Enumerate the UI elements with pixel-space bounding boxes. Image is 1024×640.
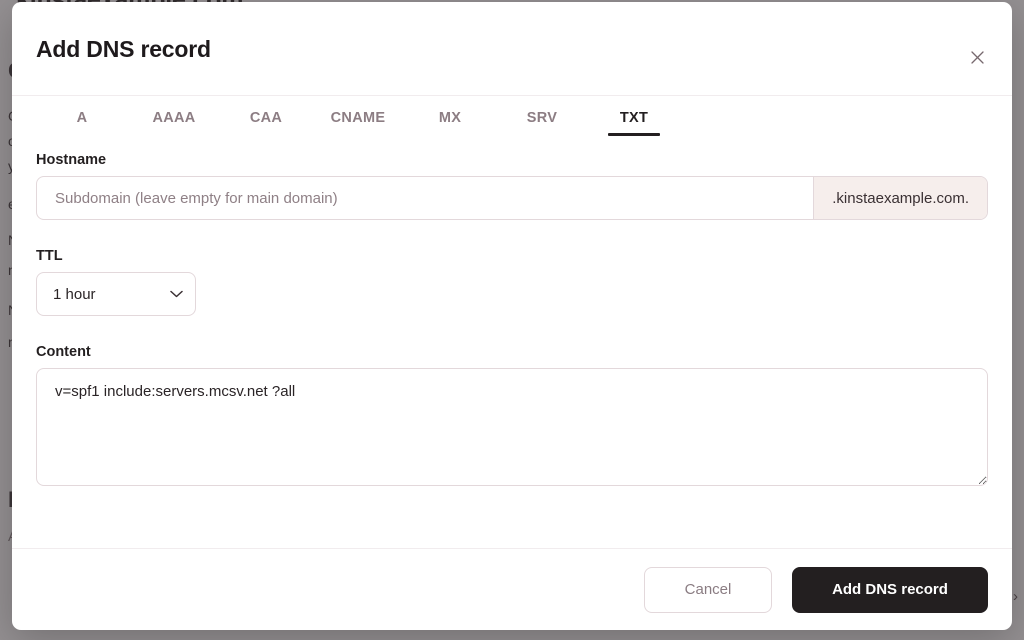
- hostname-domain-suffix: .kinstaexample.com.: [813, 177, 987, 219]
- add-dns-record-dialog: Add DNS record A AAAA CAA CNAME MX SRV TXT Hos…: [12, 2, 1012, 630]
- hostname-input[interactable]: [37, 177, 814, 219]
- hostname-input-row: .kinstaexample.com.: [36, 176, 988, 220]
- hostname-label: Hostname: [36, 152, 107, 168]
- dialog-header: Add DNS record: [12, 2, 1012, 96]
- cancel-button[interactable]: Cancel: [644, 566, 772, 613]
- tab-aaaa[interactable]: AAAA: [128, 106, 220, 136]
- tab-txt[interactable]: TXT: [588, 106, 680, 136]
- tab-mx[interactable]: MX: [404, 106, 496, 136]
- content-textarea[interactable]: [36, 368, 988, 486]
- ttl-select[interactable]: 1 minute5 minutes30 minutes1 hour2 hours…: [36, 272, 196, 316]
- dialog-title: Add DNS record: [36, 36, 211, 62]
- tab-caa[interactable]: CAA: [220, 106, 312, 136]
- tab-cname[interactable]: CNAME: [312, 106, 404, 136]
- ttl-label: TTL: [36, 248, 63, 264]
- tab-a[interactable]: A: [36, 106, 128, 136]
- tab-srv[interactable]: SRV: [496, 106, 588, 136]
- dialog-footer: Cancel Add DNS record: [12, 548, 1012, 630]
- ttl-field-group: TTL 1 minute5 minutes30 minutes1 hour2 h…: [36, 248, 988, 316]
- hostname-field-group: Hostname .kinstaexample.com.: [36, 152, 988, 220]
- record-type-tabs: A AAAA CAA CNAME MX SRV TXT: [36, 96, 988, 152]
- content-field-group: Content: [36, 344, 988, 491]
- content-label: Content: [36, 344, 91, 360]
- close-icon[interactable]: [964, 44, 990, 70]
- add-dns-record-button[interactable]: Add DNS record: [792, 566, 988, 613]
- dialog-body: AAAAACAACNAMEMXSRVTXT Hostname .kinstaex…: [12, 96, 1012, 548]
